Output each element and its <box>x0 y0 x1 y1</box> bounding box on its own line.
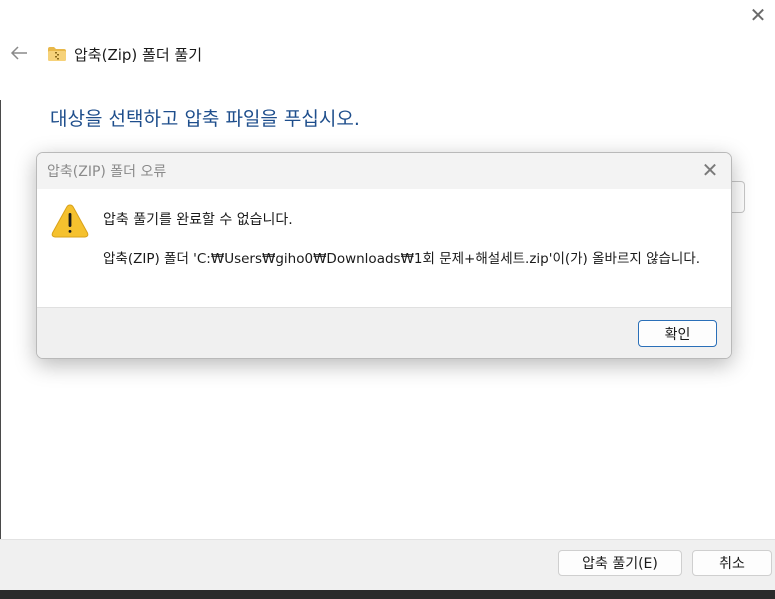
dialog-title: 압축(ZIP) 폴더 오류 <box>47 164 167 180</box>
zip-error-dialog: 압축(ZIP) 폴더 오류 ✕ 압축 풀기를 완료할 수 없습니다. 압축(ZI… <box>36 152 732 359</box>
dialog-titlebar: 압축(ZIP) 폴더 오류 ✕ <box>37 153 731 189</box>
warning-icon <box>51 204 89 238</box>
dialog-message: 압축(ZIP) 폴더 'C:₩Users₩giho0₩Downloads₩1회 … <box>103 251 701 267</box>
window-title-row: 압축(Zip) 폴더 풀기 <box>48 44 202 64</box>
cancel-button[interactable]: 취소 <box>692 550 772 576</box>
window-title: 압축(Zip) 폴더 풀기 <box>74 45 203 64</box>
ok-button[interactable]: 확인 <box>638 320 717 347</box>
back-arrow-icon[interactable] <box>8 42 30 64</box>
window-left-border <box>0 100 1 589</box>
instruction-heading: 대상을 선택하고 압축 파일을 푸십시오. <box>50 108 360 130</box>
dialog-close-icon[interactable]: ✕ <box>699 159 721 181</box>
window-close-icon[interactable]: ✕ <box>747 4 769 26</box>
dialog-heading: 압축 풀기를 완료할 수 없습니다. <box>103 212 293 228</box>
zip-folder-icon <box>48 47 66 61</box>
extract-button[interactable]: 압축 풀기(E) <box>558 550 682 576</box>
dialog-footer: 확인 <box>37 307 731 358</box>
